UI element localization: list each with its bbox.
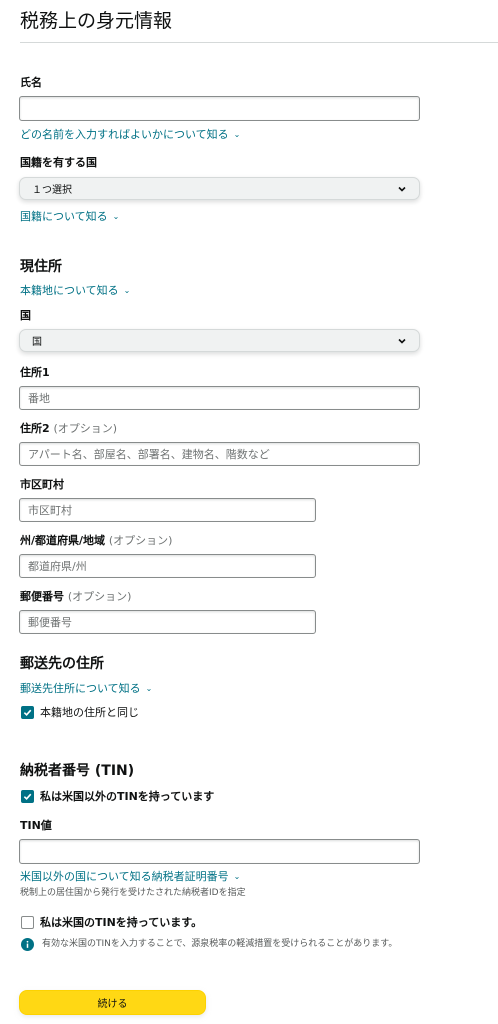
non-us-tin-checkbox-row[interactable]: 私は米国以外のTINを持っています bbox=[21, 788, 214, 804]
citizenship-help-link[interactable]: 国籍について知る ⌄ bbox=[20, 208, 119, 224]
us-tin-checkbox[interactable] bbox=[21, 915, 34, 929]
us-tin-label: 私は米国のTINを持っています。 bbox=[40, 916, 203, 929]
state-label: 州/都道府県/地域 (オプション) bbox=[20, 532, 172, 548]
country-selected-value: 国 bbox=[32, 337, 42, 348]
chevron-down-icon bbox=[398, 338, 406, 344]
chevron-down-icon: ⌄ bbox=[112, 212, 120, 221]
address1-input[interactable]: 番地 bbox=[19, 386, 420, 410]
info-icon bbox=[21, 938, 34, 951]
current-address-help-link[interactable]: 本籍地について知る ⌄ bbox=[20, 282, 130, 298]
tin-value-input[interactable] bbox=[19, 839, 420, 864]
name-label: 氏名 bbox=[20, 76, 42, 89]
address2-optional: (オプション) bbox=[53, 422, 118, 435]
continue-button[interactable]: 続ける bbox=[19, 990, 206, 1015]
mailing-address-heading: 郵送先の住所 bbox=[20, 656, 104, 672]
same-address-checkbox[interactable] bbox=[21, 705, 34, 719]
title-divider bbox=[20, 42, 498, 43]
chevron-down-icon: ⌄ bbox=[233, 872, 241, 881]
chevron-down-icon: ⌄ bbox=[233, 130, 241, 139]
chevron-down-icon: ⌄ bbox=[123, 286, 131, 295]
address2-input[interactable]: アパート名、部屋名、部署名、建物名、階数など bbox=[19, 442, 420, 466]
state-label-text: 州/都道府県/地域 bbox=[20, 534, 106, 547]
citizenship-selected-value: １つ選択 bbox=[32, 185, 72, 196]
us-tin-checkbox-row[interactable]: 私は米国のTINを持っています。 bbox=[21, 914, 202, 930]
checkmark-icon bbox=[23, 793, 32, 800]
tin-help-link[interactable]: 米国以外の国について知る納税者証明番号 ⌄ bbox=[20, 868, 240, 884]
country-select[interactable]: 国 bbox=[19, 329, 420, 352]
state-optional: (オプション) bbox=[108, 534, 173, 547]
postal-optional: (オプション) bbox=[67, 590, 132, 603]
tin-value-label: TIN値 bbox=[20, 819, 52, 832]
citizenship-select[interactable]: １つ選択 bbox=[19, 177, 420, 200]
info-message: 有効な米国のTINを入力することで、源泉税率の軽減措置を受けられることがあります… bbox=[21, 938, 438, 951]
citizenship-help-link-text: 国籍について知る bbox=[20, 210, 108, 223]
address1-label: 住所1 bbox=[20, 366, 50, 379]
info-text: 有効な米国のTINを入力することで、源泉税率の軽減措置を受けられることがあります… bbox=[42, 939, 398, 949]
postal-input[interactable]: 郵便番号 bbox=[19, 610, 316, 634]
address2-label: 住所2 (オプション) bbox=[20, 420, 117, 436]
non-us-tin-checkbox[interactable] bbox=[21, 789, 34, 803]
mailing-address-help-link[interactable]: 郵送先住所について知る ⌄ bbox=[20, 680, 152, 696]
same-address-label: 本籍地の住所と同じ bbox=[40, 706, 139, 719]
same-address-checkbox-row[interactable]: 本籍地の住所と同じ bbox=[21, 704, 139, 720]
checkmark-icon bbox=[23, 709, 32, 716]
current-address-heading: 現住所 bbox=[20, 259, 62, 275]
current-address-help-link-text: 本籍地について知る bbox=[20, 284, 119, 297]
tin-note: 税制上の居住国から発行を受けたされた納税者IDを指定 bbox=[20, 888, 246, 898]
chevron-down-icon: ⌄ bbox=[145, 684, 153, 693]
tin-heading: 納税者番号 (TIN) bbox=[20, 763, 135, 779]
city-input[interactable]: 市区町村 bbox=[19, 498, 316, 522]
state-input[interactable]: 都道府県/州 bbox=[19, 554, 316, 578]
non-us-tin-label: 私は米国以外のTINを持っています bbox=[40, 790, 215, 803]
name-help-link-text: どの名前を入力すればよいかについて知る bbox=[20, 128, 229, 141]
mailing-address-help-link-text: 郵送先住所について知る bbox=[20, 682, 141, 695]
name-help-link[interactable]: どの名前を入力すればよいかについて知る ⌄ bbox=[20, 126, 240, 142]
country-label: 国 bbox=[20, 309, 31, 322]
postal-label: 郵便番号 (オプション) bbox=[20, 588, 131, 604]
citizenship-label: 国籍を有する国 bbox=[20, 156, 97, 169]
name-input[interactable] bbox=[19, 96, 420, 121]
chevron-down-icon bbox=[398, 186, 406, 192]
tin-help-link-text: 米国以外の国について知る納税者証明番号 bbox=[20, 870, 229, 883]
city-label: 市区町村 bbox=[20, 478, 64, 491]
page-title: 税務上の身元情報 bbox=[20, 10, 173, 32]
address2-label-text: 住所2 bbox=[20, 422, 50, 435]
postal-label-text: 郵便番号 bbox=[20, 590, 64, 603]
